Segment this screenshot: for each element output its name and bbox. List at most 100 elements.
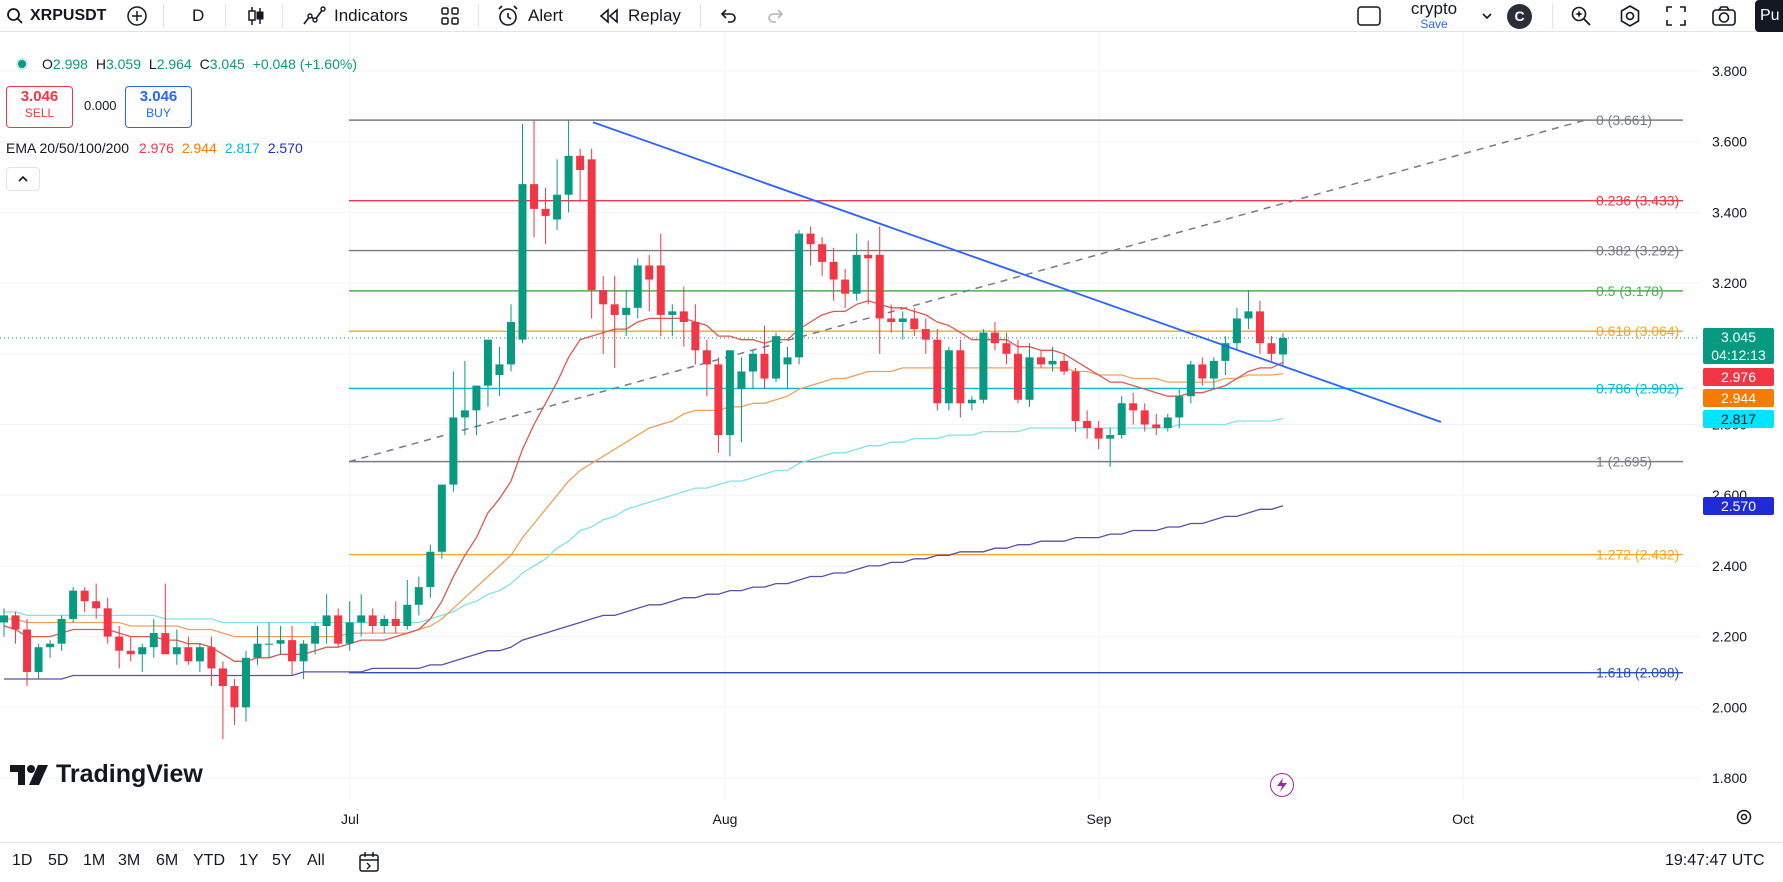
- top-toolbar: XRPUSDT D Indicators Alert Replay crypto…: [0, 0, 1783, 32]
- candle-body: [184, 647, 193, 662]
- layout-menu-chevron[interactable]: [1480, 0, 1494, 32]
- price-axis-tick: 2.200: [1712, 629, 1747, 645]
- redo-button[interactable]: [766, 0, 786, 32]
- layout-save-label: Save: [1420, 17, 1448, 31]
- candle-body: [426, 551, 435, 588]
- candle-body: [610, 304, 619, 315]
- range-button-ytd[interactable]: YTD: [193, 852, 225, 870]
- candle-body: [714, 364, 723, 436]
- candle-body: [1060, 360, 1069, 372]
- candle-body: [69, 590, 78, 619]
- candle-body: [645, 265, 654, 280]
- candle-body: [795, 233, 804, 358]
- avatar[interactable]: C: [1507, 4, 1532, 29]
- lightning-icon: [1277, 778, 1287, 792]
- plus-circle-icon: [127, 6, 147, 26]
- interval-button[interactable]: D: [192, 0, 204, 32]
- ema-lines: [3, 300, 1284, 680]
- candle-body: [818, 244, 827, 262]
- fib-label-0.618: 0.618 (3.064): [1596, 323, 1679, 339]
- candle-body: [875, 254, 884, 319]
- candle-body: [1129, 403, 1138, 411]
- ema-legend[interactable]: EMA 20/50/100/200 2.976 2.944 2.817 2.57…: [6, 140, 303, 156]
- candle-body: [241, 657, 250, 708]
- sell-button[interactable]: 3.046 SELL: [6, 86, 73, 128]
- templates-button[interactable]: [440, 0, 460, 32]
- range-button-5y[interactable]: 5Y: [272, 852, 292, 870]
- range-button-3m[interactable]: 3M: [118, 852, 140, 870]
- candle-body: [1175, 396, 1184, 418]
- layout-name-button[interactable]: crypto Save: [1400, 0, 1468, 30]
- candle-body: [288, 640, 297, 662]
- candle-body: [115, 636, 124, 651]
- fullscreen-button[interactable]: [1662, 2, 1690, 30]
- candle-body: [449, 417, 458, 485]
- range-button-1d[interactable]: 1D: [12, 852, 32, 870]
- price-tag-value: 2.944: [1720, 390, 1757, 406]
- snapshot-button[interactable]: [1710, 2, 1738, 30]
- candles: [0, 120, 1287, 740]
- collapse-legend-button[interactable]: [6, 167, 40, 191]
- layout-toggle[interactable]: [1356, 0, 1382, 32]
- time-axis[interactable]: Jul Aug Sep Oct: [341, 811, 1474, 827]
- candle-body: [599, 290, 608, 305]
- candle-body: [691, 321, 700, 351]
- redo-icon: [768, 9, 784, 23]
- fib-label-0.786: 0.786 (2.902): [1596, 380, 1679, 396]
- alert-button[interactable]: Alert: [496, 0, 563, 32]
- range-button-1y[interactable]: 1Y: [239, 852, 259, 870]
- candle-body: [725, 350, 734, 436]
- candle-body: [437, 484, 446, 552]
- utc-clock[interactable]: 19:47:47 UTC: [1665, 852, 1765, 870]
- buy-button[interactable]: 3.046 BUY: [125, 86, 192, 128]
- events-button[interactable]: [1270, 773, 1294, 797]
- range-button-all[interactable]: All: [307, 852, 325, 870]
- ohlc-low: 2.964: [156, 56, 192, 72]
- range-button-5d[interactable]: 5D: [48, 852, 68, 870]
- candle-body: [391, 618, 400, 626]
- candle-body: [1037, 357, 1046, 365]
- replay-button[interactable]: Replay: [598, 0, 681, 32]
- undo-button[interactable]: [718, 0, 738, 32]
- goto-date-button[interactable]: [357, 850, 381, 879]
- fib-label-1: 1 (2.695): [1596, 454, 1652, 470]
- candle-body: [80, 590, 89, 602]
- axis-settings-button[interactable]: [1735, 808, 1753, 831]
- symbol-search[interactable]: XRPUSDT: [6, 0, 106, 32]
- candle-body: [979, 332, 988, 400]
- range-button-1m[interactable]: 1M: [83, 852, 105, 870]
- quick-search-button[interactable]: [1567, 2, 1595, 30]
- candle-body: [702, 350, 711, 365]
- candle-body: [1002, 343, 1011, 354]
- indicators-button[interactable]: Indicators: [302, 0, 408, 32]
- price-tag-value: 2.570: [1720, 497, 1757, 514]
- ohlc-open: 2.998: [52, 56, 88, 72]
- publish-button[interactable]: Pu: [1755, 0, 1783, 32]
- price-axis-tick: 1.800: [1712, 770, 1747, 786]
- candle-body: [414, 587, 423, 605]
- candle-body: [0, 615, 8, 623]
- ema100-line: [4, 417, 1284, 624]
- candle-body: [1152, 424, 1161, 429]
- candle-body: [679, 311, 688, 322]
- candle-body: [1048, 360, 1057, 365]
- gear-icon: [1620, 5, 1640, 27]
- price-axis-tick: 3.400: [1712, 204, 1747, 220]
- candle-body: [334, 615, 343, 644]
- compare-button[interactable]: [126, 0, 148, 32]
- candle-body: [1163, 417, 1172, 429]
- calendar-arrow-icon: [359, 852, 379, 872]
- fib-label-0.5: 0.5 (3.178): [1596, 283, 1664, 299]
- chart-type-button[interactable]: [245, 0, 267, 32]
- candle-body: [46, 643, 55, 648]
- fib-label-1.272: 1.272 (2.432): [1596, 547, 1679, 563]
- settings-button[interactable]: [1616, 2, 1644, 30]
- range-button-6m[interactable]: 6M: [156, 852, 178, 870]
- ohlc-legend: O2.998 H3.059 L2.964 C3.045 +0.048 (+1.6…: [16, 56, 357, 72]
- candle-body: [195, 647, 204, 662]
- candle-body: [622, 307, 631, 315]
- candle-body: [1106, 435, 1115, 439]
- candle-body: [1013, 353, 1022, 400]
- candle-body: [322, 615, 331, 626]
- candle-body: [1140, 410, 1149, 425]
